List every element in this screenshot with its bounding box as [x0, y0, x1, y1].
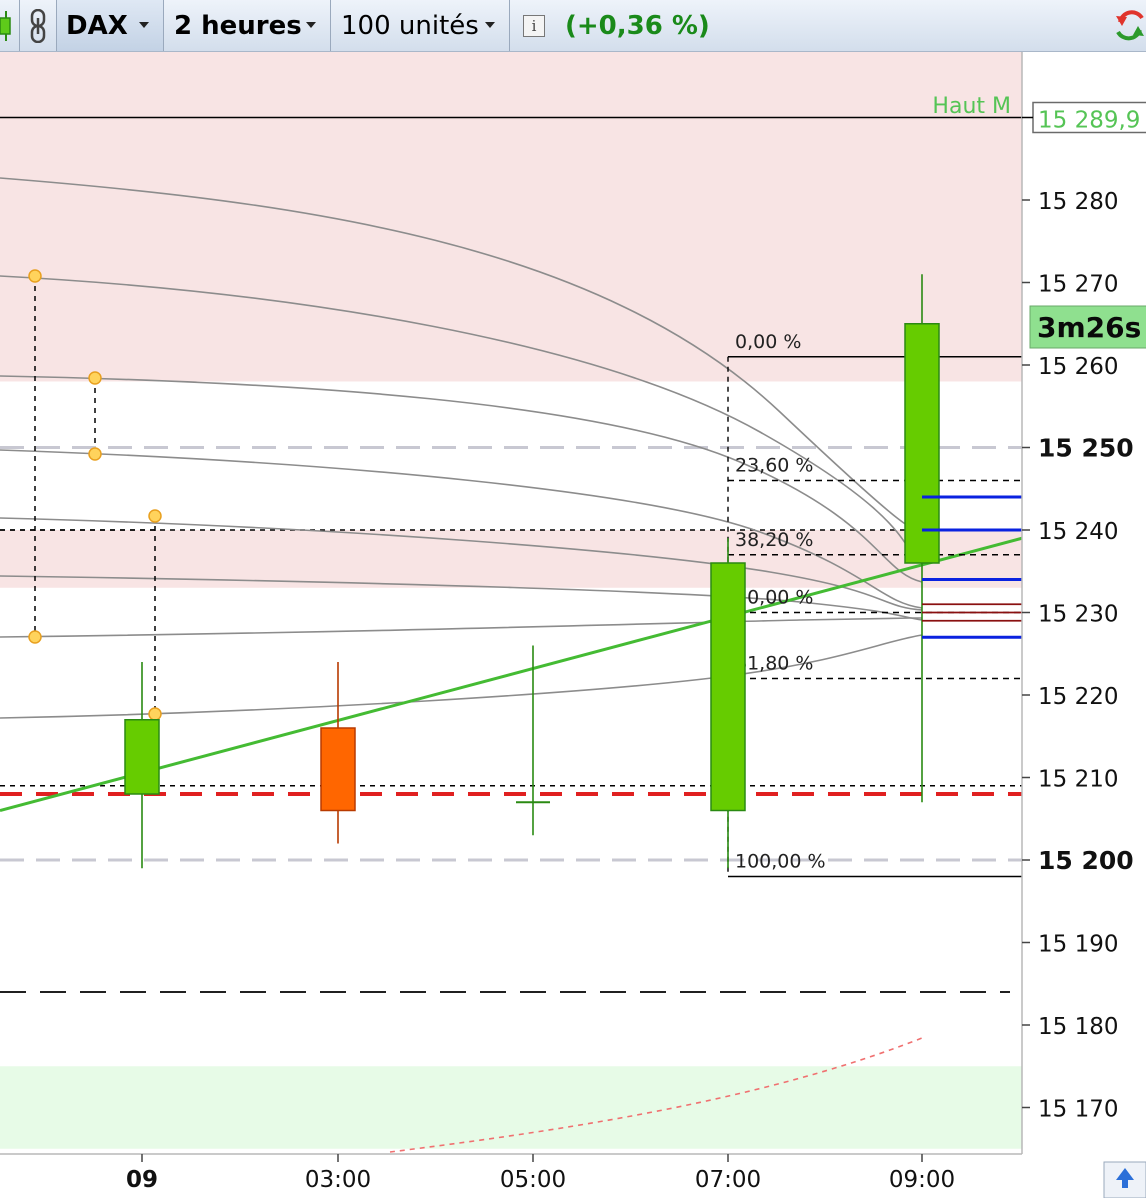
moving-average-curve-7 [0, 634, 923, 719]
x-tick-label: 05:00 [500, 1167, 566, 1193]
candle-body[interactable] [710, 562, 746, 812]
chart-area[interactable]: 0,00 % 23,60 % 38,20 % 50,00 % 61,80 % 100,00… [0, 52, 1146, 1202]
pivot-dot[interactable] [28, 269, 42, 283]
fib-level-label: 100,00 % [735, 851, 826, 873]
price-chart[interactable]: 0,00 % 23,60 % 38,20 % 50,00 % 61,80 % 100,00… [0, 52, 1146, 1199]
countdown-label: 3m26s [1037, 311, 1141, 344]
candle-body[interactable] [320, 727, 356, 812]
info-icon[interactable]: i [523, 14, 545, 37]
y-tick-label: 15 220 [1038, 684, 1118, 710]
period-label: 2 heures [174, 10, 302, 41]
refresh-icon[interactable] [1114, 8, 1146, 44]
fib-level-label: 50,00 % [735, 587, 814, 609]
y-tick-label: 15 170 [1038, 1097, 1118, 1123]
pivot-dot[interactable] [148, 707, 162, 721]
last-price-label: 15 289,9 [1038, 108, 1140, 134]
period-select[interactable]: 2 heures [164, 0, 331, 51]
high-label: Haut M [932, 94, 1011, 119]
quantity-select[interactable]: 100 unités [331, 0, 510, 51]
toolbar: DAX 2 heures 100 unités i (+0,36 %) [0, 0, 1146, 52]
pivot-dot[interactable] [28, 630, 42, 644]
candle-body[interactable] [124, 719, 160, 795]
link-segment[interactable] [20, 0, 57, 51]
instrument-label: DAX [66, 10, 128, 41]
fib-level-label: 38,20 % [735, 529, 814, 551]
moving-average-curve-6 [0, 617, 923, 638]
chart-type-segment[interactable] [0, 0, 20, 51]
y-tick-label: 15 280 [1038, 189, 1118, 215]
x-tick-label: 07:00 [695, 1167, 761, 1193]
fib-level-label: 23,60 % [735, 455, 814, 477]
fib-level-label: 0,00 % [735, 331, 801, 353]
x-tick-label: 09 [126, 1167, 158, 1193]
y-tick-label: 15 230 [1038, 602, 1118, 628]
change-label: (+0,36 %) [565, 10, 710, 41]
y-tick-label: 15 250 [1038, 434, 1134, 463]
x-tick-label: 03:00 [305, 1167, 371, 1193]
instrument-select[interactable]: DAX [57, 0, 164, 51]
zone-0 [0, 52, 1022, 382]
chevron-down-icon [485, 22, 495, 28]
y-tick-label: 15 210 [1038, 767, 1118, 793]
y-tick-label: 15 240 [1038, 519, 1118, 545]
y-tick-label: 15 200 [1038, 846, 1134, 875]
info-segment: i (+0,36 %) [510, 0, 1130, 51]
y-tick-label: 15 270 [1038, 272, 1118, 298]
link-icon[interactable] [28, 8, 48, 43]
fib-level-label: 61,80 % [735, 653, 814, 675]
pivot-dot[interactable] [148, 509, 162, 523]
chevron-down-icon [306, 22, 316, 28]
chevron-down-icon [139, 22, 149, 28]
quantity-label: 100 unités [341, 10, 479, 41]
y-tick-label: 15 190 [1038, 932, 1118, 958]
pivot-dot[interactable] [88, 371, 102, 385]
y-tick-label: 15 180 [1038, 1014, 1118, 1040]
candle-body[interactable] [904, 323, 940, 564]
y-tick-label: 15 260 [1038, 354, 1118, 380]
candlestick-icon[interactable] [0, 10, 14, 41]
x-tick-label: 09:00 [889, 1167, 955, 1193]
pivot-dot[interactable] [88, 447, 102, 461]
